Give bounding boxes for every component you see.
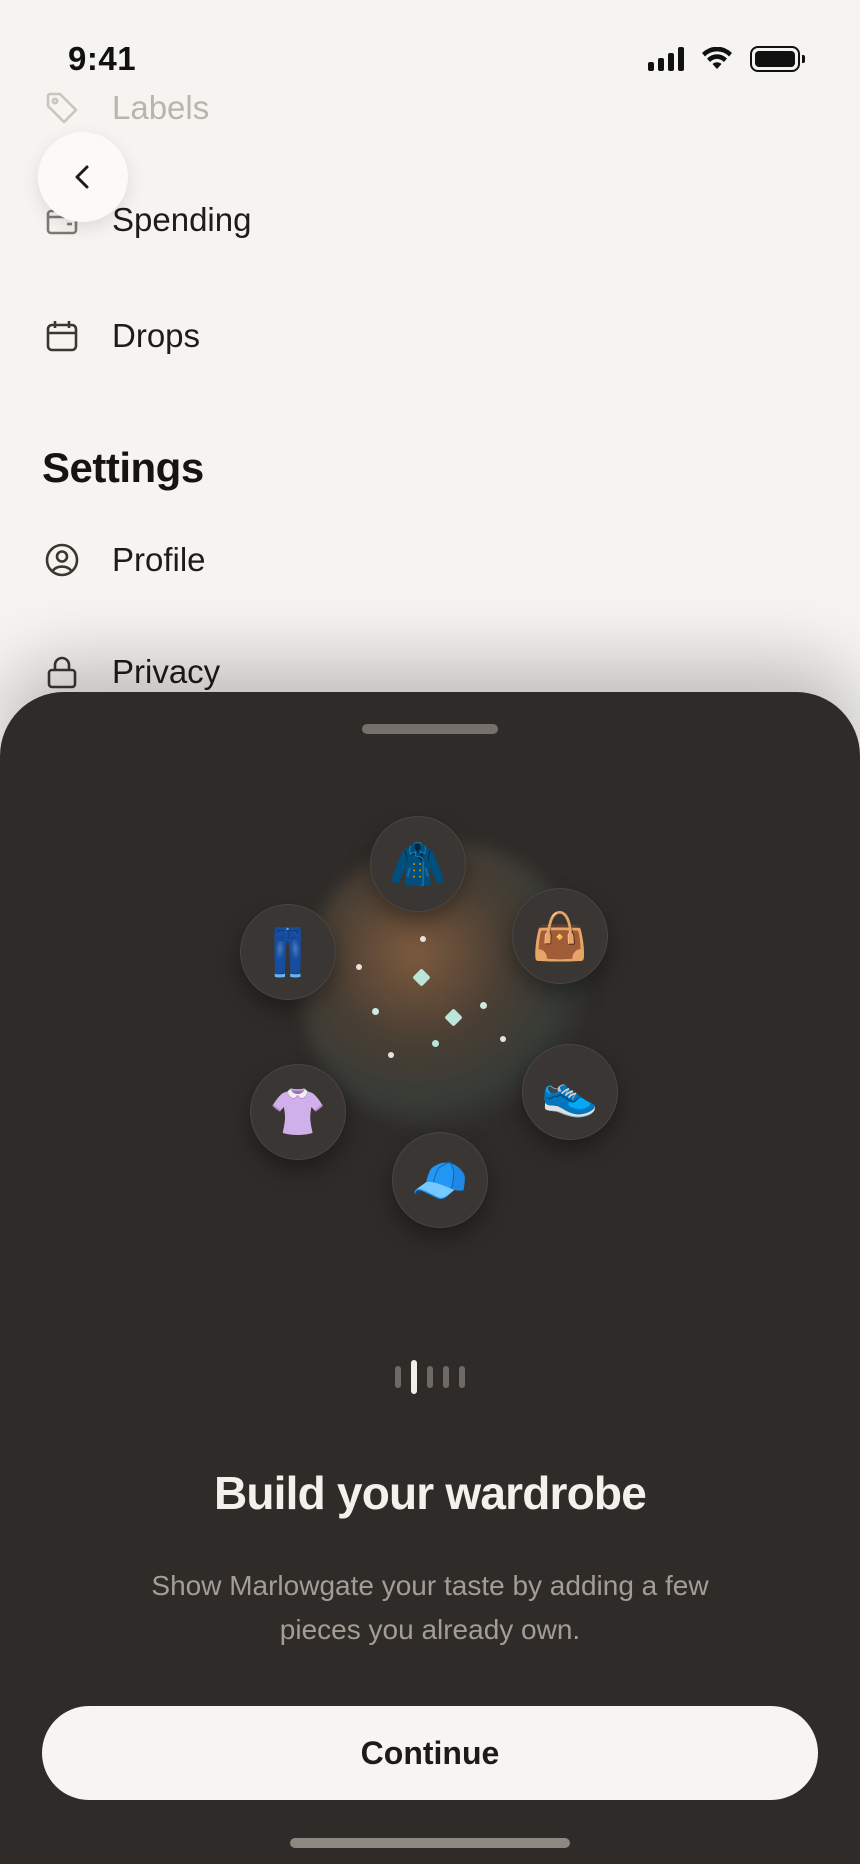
sparkle-dot xyxy=(388,1052,394,1058)
status-icons xyxy=(648,46,805,72)
menu-item-privacy[interactable]: Privacy xyxy=(42,652,220,692)
sheet-grabber[interactable] xyxy=(362,724,498,734)
chevron-left-icon xyxy=(75,165,89,189)
sparkle-dot xyxy=(432,1040,439,1047)
jeans-icon: 👖 xyxy=(240,904,336,1000)
page-dot xyxy=(459,1366,465,1388)
menu-label-drops: Drops xyxy=(112,317,201,354)
sneaker-icon: 👟 xyxy=(522,1044,618,1140)
page-dot xyxy=(427,1366,433,1388)
battery-icon xyxy=(750,46,805,72)
coat-icon: 🧥 xyxy=(370,816,466,912)
menu-item-drops[interactable]: Drops xyxy=(42,316,200,356)
sparkle-dot xyxy=(480,1002,487,1009)
calendar-icon xyxy=(42,316,82,356)
wifi-icon xyxy=(702,47,732,69)
status-time: 9:41 xyxy=(68,40,137,77)
settings-section-title: Settings xyxy=(42,444,204,491)
sheet-description: Show Marlowgate your taste by adding a f… xyxy=(151,1570,709,1645)
page-dot xyxy=(443,1366,449,1388)
status-bar: 9:41 xyxy=(0,0,860,120)
sparkle-dot xyxy=(420,936,426,942)
menu-item-profile[interactable]: Profile xyxy=(42,540,206,580)
page-dot-active xyxy=(411,1360,417,1394)
page-indicator xyxy=(0,1360,860,1394)
page-dot xyxy=(395,1366,401,1388)
sparkle-dot xyxy=(356,964,362,970)
lock-icon xyxy=(42,652,82,692)
menu-label-profile: Profile xyxy=(112,541,206,578)
blouse-icon: 👚 xyxy=(250,1064,346,1160)
back-button[interactable] xyxy=(38,132,128,222)
cap-icon: 🧢 xyxy=(392,1132,488,1228)
sparkle-dot xyxy=(372,1008,379,1015)
home-indicator xyxy=(290,1838,570,1848)
menu-label-spending: Spending xyxy=(112,201,252,238)
handbag-icon: 👜 xyxy=(512,888,608,984)
onboarding-sheet: 🧥 👜 👟 🧢 👚 👖 Build your wardrobe Show Mar… xyxy=(0,692,860,1864)
menu-label-privacy: Privacy xyxy=(112,653,221,690)
user-circle-icon xyxy=(42,540,82,580)
cellular-signal-icon xyxy=(648,47,684,71)
sparkle-dot xyxy=(500,1036,506,1042)
continue-button[interactable]: Continue xyxy=(42,1706,818,1800)
sheet-title: Build your wardrobe xyxy=(213,1467,647,1519)
